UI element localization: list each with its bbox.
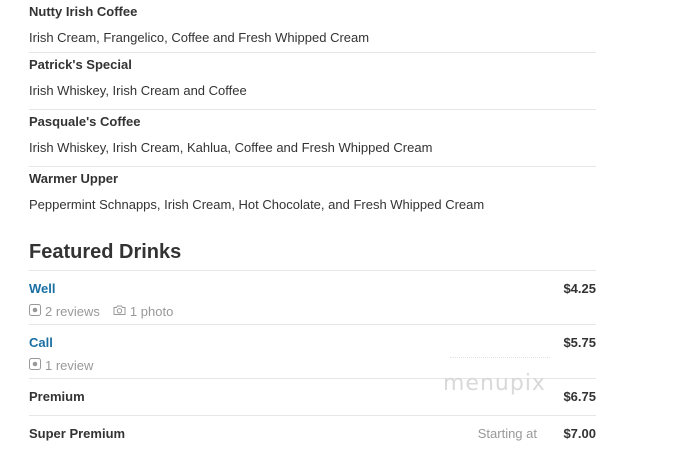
drink-row-call: Call $5.75 1 review (29, 324, 596, 378)
menu-item-description: Irish Whiskey, Irish Cream, Kahlua, Coff… (29, 140, 433, 155)
drink-price: $6.75 (563, 389, 596, 404)
menu-item-name: Patrick's Special (29, 57, 132, 72)
featured-drinks-list: Well $4.25 2 reviews 1 photo Call $5.75 … (29, 270, 596, 455)
menupix-watermark: menupix (443, 371, 546, 396)
review-icon (29, 358, 41, 374)
review-icon (29, 304, 41, 320)
watermark-rule (450, 357, 550, 358)
drink-meta: 2 reviews 1 photo (29, 304, 596, 320)
menu-item-description: Peppermint Schnapps, Irish Cream, Hot Ch… (29, 197, 485, 212)
photos-link[interactable]: 1 photo (113, 304, 173, 320)
menu-item-name: Warmer Upper (29, 171, 119, 186)
menu-item: Nutty Irish Coffee Irish Cream, Frangeli… (29, 0, 596, 53)
reviews-link[interactable]: 1 review (29, 358, 93, 374)
drink-link-call[interactable]: Call (29, 335, 596, 351)
menu-item: Pasquale's Coffee Irish Whiskey, Irish C… (29, 110, 596, 167)
menu-item-name: Pasquale's Coffee (29, 114, 141, 129)
reviews-link[interactable]: 2 reviews (29, 304, 100, 320)
camera-icon (113, 304, 126, 320)
drink-row-well: Well $4.25 2 reviews 1 photo (29, 270, 596, 324)
drink-price: $4.25 (563, 281, 596, 296)
menu-item-description: Irish Cream, Frangelico, Coffee and Fres… (29, 30, 370, 45)
photos-count: 1 photo (129, 304, 174, 319)
drink-price: $5.75 (563, 335, 596, 350)
starting-at-label: Starting at (477, 426, 537, 441)
reviews-count: 2 reviews (45, 304, 100, 319)
menu-item: Warmer Upper Peppermint Schnapps, Irish … (29, 167, 596, 224)
menu-section: Nutty Irish Coffee Irish Cream, Frangeli… (29, 0, 596, 441)
drink-price: $7.00 (563, 426, 596, 441)
drink-link-well[interactable]: Well (29, 281, 596, 297)
menu-item-name: Nutty Irish Coffee (29, 4, 138, 19)
featured-drinks-heading: Featured Drinks (29, 241, 182, 263)
drink-row-super-premium: Super Premium Starting at $7.00 (29, 415, 596, 455)
menu-item-description: Irish Whiskey, Irish Cream and Coffee (29, 83, 247, 98)
reviews-count: 1 review (45, 358, 94, 373)
menu-item: Patrick's Special Irish Whiskey, Irish C… (29, 53, 596, 110)
